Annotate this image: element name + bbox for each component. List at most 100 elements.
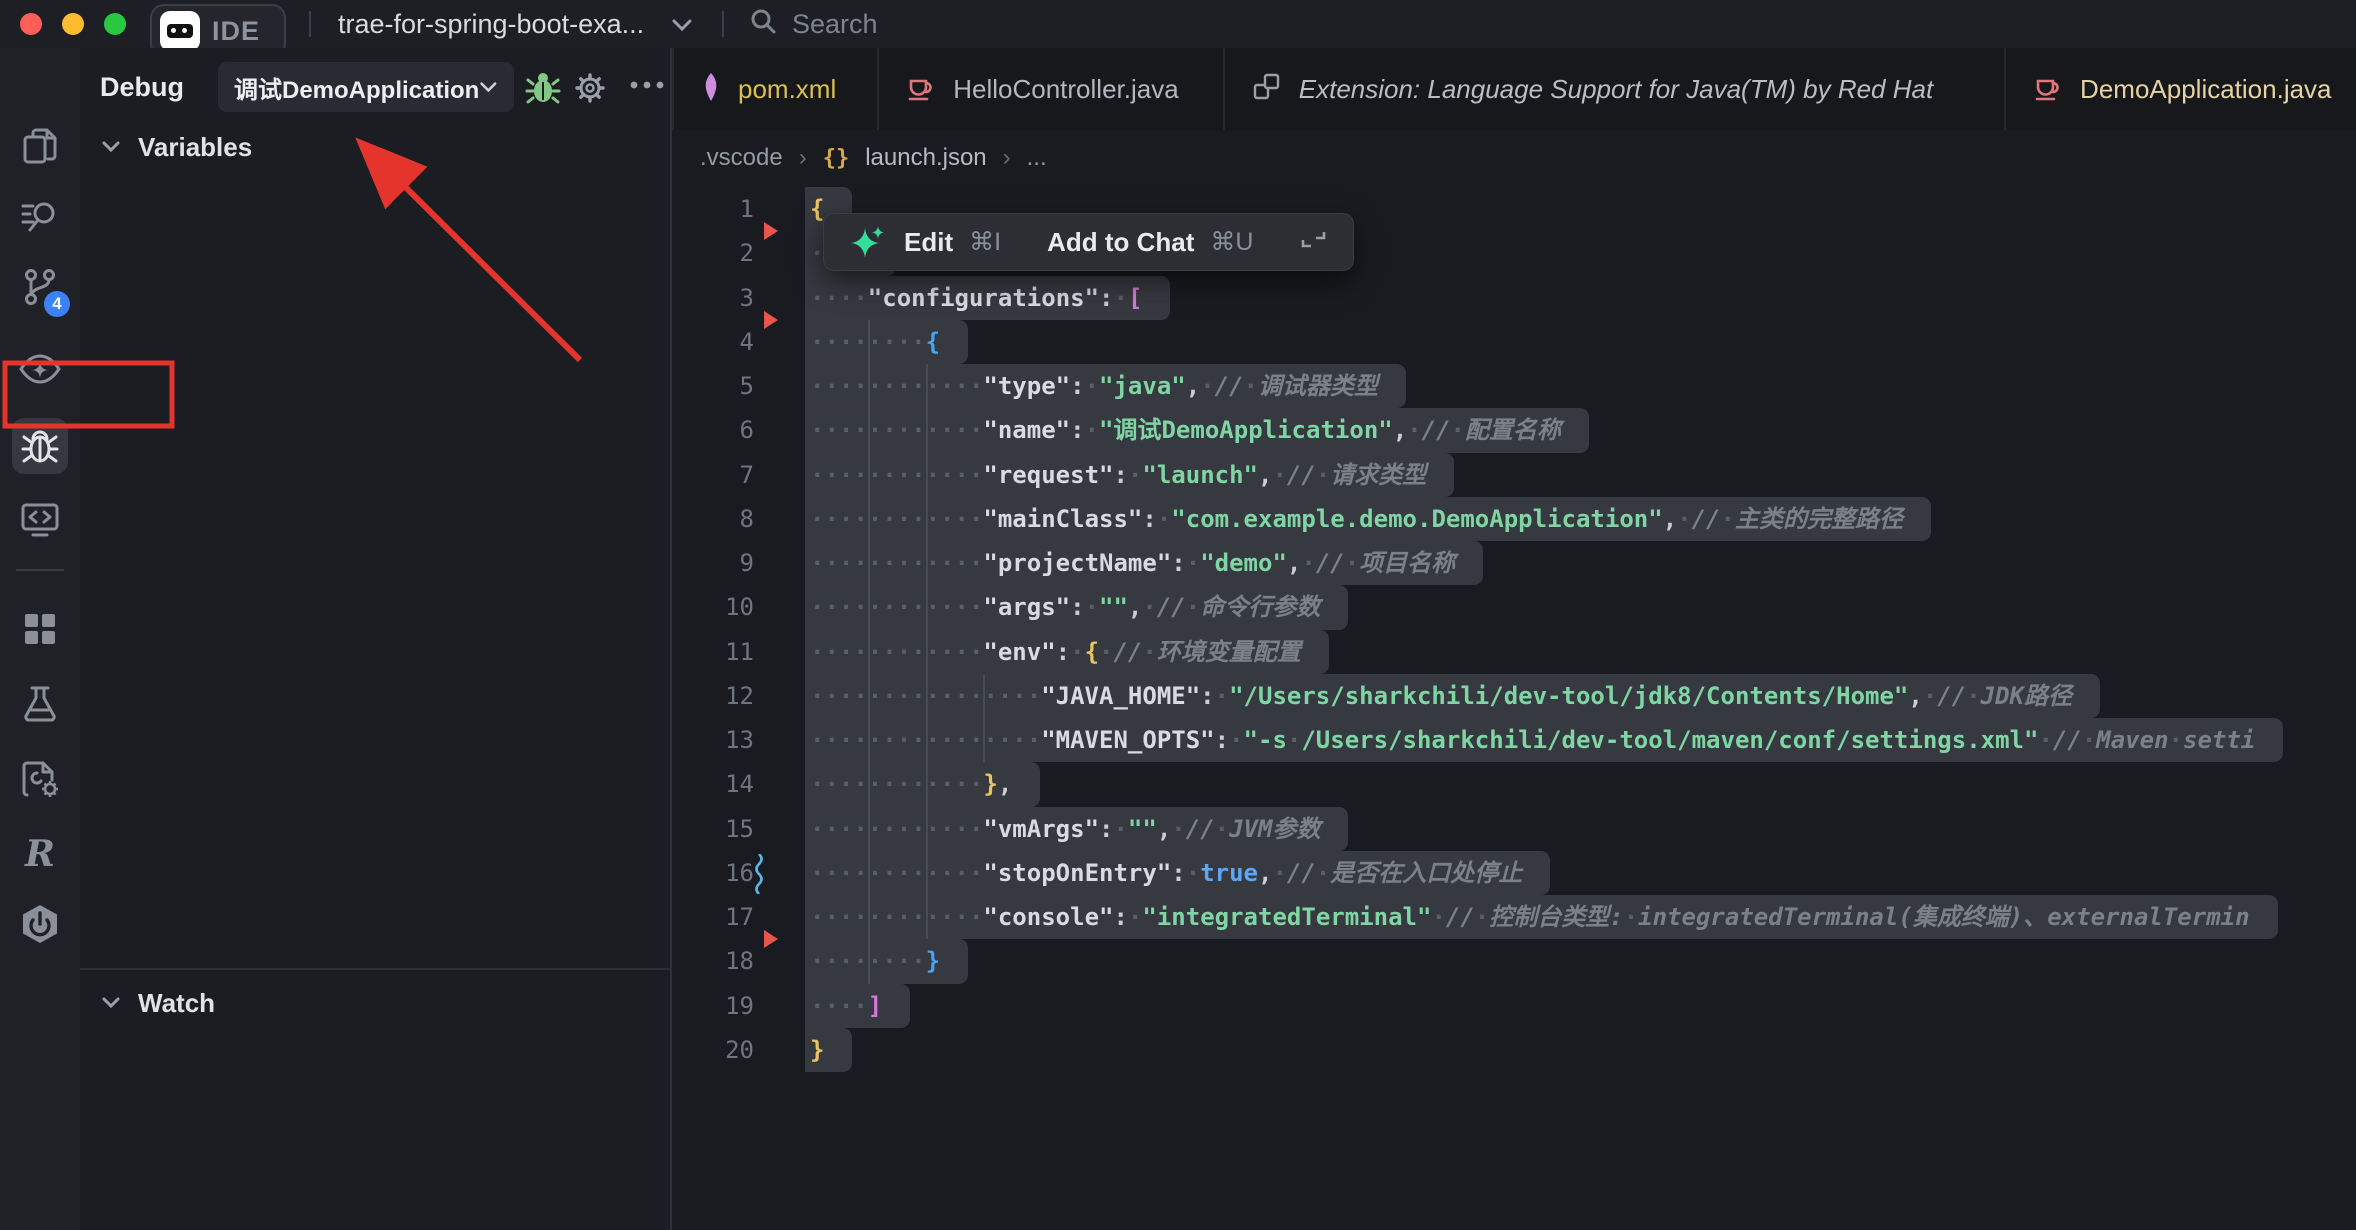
tab-hellocontroller-java[interactable]: HelloController.java: [877, 48, 1223, 130]
minimize-window-button[interactable]: [62, 13, 84, 35]
line-number[interactable]: 14: [672, 762, 754, 806]
line-number[interactable]: 13: [672, 718, 754, 762]
activity-item-remote-terminal-icon[interactable]: [12, 491, 68, 547]
tab-bar: pom.xml HelloController.java Extension: La…: [672, 48, 2356, 130]
debug-settings-button[interactable]: [572, 70, 608, 111]
code-line-3[interactable]: 3····"configurations":·[: [672, 276, 2356, 320]
titlebar-divider: [722, 11, 724, 37]
line-number[interactable]: 17: [672, 895, 754, 939]
app-logo-icon: [160, 11, 200, 51]
collapse-corner-icon[interactable]: [1299, 230, 1329, 254]
code-line-18[interactable]: 18 ········}: [672, 939, 2356, 983]
code-line-10[interactable]: 10 ············"args":·"",·//·命令行参数: [672, 585, 2356, 629]
titlebar-divider: [309, 11, 311, 37]
debug-sidebar: Debug 调试DemoApplication: [80, 48, 672, 1230]
activity-item-ai-preview-icon[interactable]: [12, 341, 68, 397]
maximize-window-button[interactable]: [104, 13, 126, 35]
line-number[interactable]: 5: [672, 364, 754, 408]
line-number[interactable]: 10: [672, 585, 754, 629]
debug-config-dropdown[interactable]: 调试DemoApplication: [218, 62, 514, 112]
code-line-17[interactable]: 17 ············"console":·"integratedTerm…: [672, 895, 2356, 939]
code-line-14[interactable]: 14············},: [672, 762, 2356, 806]
code-line-19[interactable]: 19····]: [672, 984, 2356, 1028]
line-number[interactable]: 4: [672, 320, 754, 364]
tab-pom-xml[interactable]: pom.xml: [672, 48, 877, 130]
code-line-9[interactable]: 9 ············"projectName":·"demo",·//·项…: [672, 541, 2356, 585]
code-line-8[interactable]: 8············"mainClass":·"com.example.d…: [672, 497, 2356, 541]
line-number[interactable]: 6: [672, 408, 754, 452]
project-name: trae-for-spring-boot-exa...: [338, 9, 644, 40]
tab-label: DemoApplication.java: [2080, 74, 2331, 105]
activity-item-source-control-icon[interactable]: 4: [12, 259, 68, 315]
code-line-15[interactable]: 15 ············"vmArgs":·"",·//·JVM参数: [672, 807, 2356, 851]
java-icon: [2032, 71, 2064, 108]
activity-item-explorer-icon[interactable]: [12, 118, 68, 174]
line-number[interactable]: 11: [672, 630, 754, 674]
watch-section-header[interactable]: Watch: [80, 978, 670, 1028]
line-number[interactable]: 1: [672, 187, 754, 231]
line-number[interactable]: 2: [672, 231, 754, 275]
code-line-13[interactable]: 13 ················"MAVEN_OPTS":·"-s·/Use…: [672, 718, 2356, 762]
highlighted-code: ············"request":·"launch",·//·请求类型: [805, 453, 1454, 497]
code-line-5[interactable]: 5············"type":·"java",·//·调试器类型: [672, 364, 2356, 408]
activity-item-search-icon[interactable]: [12, 188, 68, 244]
app-label: IDE: [212, 16, 260, 47]
line-number[interactable]: 15: [672, 807, 754, 851]
tab-label: Extension: Language Support for Java(TM)…: [1299, 74, 1933, 105]
activity-item-r-logo-icon[interactable]: R: [12, 826, 68, 882]
code-line-11[interactable]: 11············"env":·{·//·环境变量配置: [672, 630, 2356, 674]
debug-config-name: 调试DemoApplication: [234, 70, 479, 105]
svg-text:R: R: [24, 833, 55, 875]
breadcrumb-separator: ›: [1003, 144, 1011, 172]
tab-label: HelloController.java: [953, 74, 1178, 105]
section-divider: [80, 968, 670, 970]
activity-item-spring-boot-icon[interactable]: [12, 896, 68, 952]
breadcrumb[interactable]: .vscode › {} launch.json › ...: [700, 144, 1047, 172]
code-line-16[interactable]: 16············"stopOnEntry":·true,·//·是否…: [672, 851, 2356, 895]
ai-edit-shortcut: ⌘I: [969, 227, 1001, 257]
line-number[interactable]: 3: [672, 276, 754, 320]
line-number[interactable]: 12: [672, 674, 754, 718]
code-line-12[interactable]: 12 ················"JAVA_HOME":·"/Users/s…: [672, 674, 2356, 718]
tab-demoapplication-java[interactable]: DemoApplication.java: [2004, 48, 2356, 130]
activity-item-debug-icon[interactable]: [12, 418, 68, 474]
highlighted-code: ············"args":·"",·//·命令行参数: [805, 585, 1348, 629]
global-search-input[interactable]: Search: [748, 0, 878, 48]
search-icon: [748, 6, 778, 43]
close-window-button[interactable]: [20, 13, 42, 35]
highlighted-code: ············"projectName":·"demo",·//·项目…: [805, 541, 1483, 585]
code-line-7[interactable]: 7 ············"request":·"launch",·//·请求类…: [672, 453, 2356, 497]
ai-add-to-chat-button[interactable]: Add to Chat: [1047, 227, 1194, 258]
activity-item-extensions-icon[interactable]: [12, 601, 68, 657]
start-debug-button[interactable]: [525, 70, 561, 111]
java-icon: [905, 71, 937, 108]
line-number[interactable]: 8: [672, 497, 754, 541]
more-actions-button[interactable]: [628, 78, 668, 96]
code-line-20[interactable]: 20}: [672, 1028, 2356, 1072]
line-number[interactable]: 19: [672, 984, 754, 1028]
ellipsis-icon: [628, 79, 668, 91]
line-number[interactable]: 16: [672, 851, 754, 895]
activity-item-test-icon[interactable]: [12, 676, 68, 732]
line-number[interactable]: 18: [672, 939, 754, 983]
highlighted-code: ················"MAVEN_OPTS":·"-s·/Users…: [805, 718, 2283, 762]
line-number[interactable]: 20: [672, 1028, 754, 1072]
line-number[interactable]: 9: [672, 541, 754, 585]
chevron-down-icon: [102, 997, 120, 1009]
code-line-6[interactable]: 6············"name":·"调试DemoApplication"…: [672, 408, 2356, 452]
variables-section-header[interactable]: Variables: [80, 122, 670, 172]
breadcrumb-folder: .vscode: [700, 144, 783, 172]
project-switcher[interactable]: trae-for-spring-boot-exa...: [338, 0, 694, 48]
highlighted-code: ········}: [805, 939, 968, 983]
tab-extension-language-support-for-java-tm-b[interactable]: Extension: Language Support for Java(TM)…: [1223, 48, 2002, 130]
line-number[interactable]: 7: [672, 453, 754, 497]
gear-icon: [572, 70, 608, 106]
sparkle-icon: [848, 222, 888, 262]
ai-edit-button[interactable]: Edit: [904, 227, 953, 258]
code-line-4[interactable]: 4········{: [672, 320, 2356, 364]
highlighted-code: ············"vmArgs":·"",·//·JVM参数: [805, 807, 1348, 851]
highlighted-code: ················"JAVA_HOME":·"/Users/sha…: [805, 674, 2100, 718]
activity-item-code-file-settings-icon[interactable]: [12, 751, 68, 807]
highlighted-code: ············"console":·"integratedTermin…: [805, 895, 2278, 939]
gutter-red-marker: [764, 930, 778, 948]
